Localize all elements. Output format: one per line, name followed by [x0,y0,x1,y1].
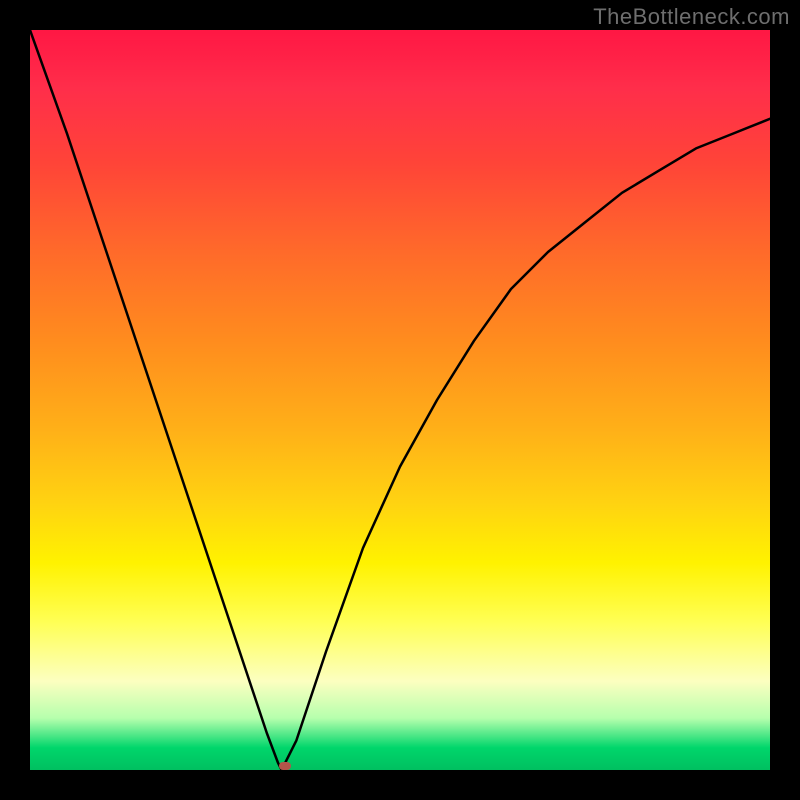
chart-container: TheBottleneck.com [0,0,800,800]
watermark-text: TheBottleneck.com [593,4,790,30]
optimal-point-marker [279,762,291,770]
plot-background [30,30,770,770]
